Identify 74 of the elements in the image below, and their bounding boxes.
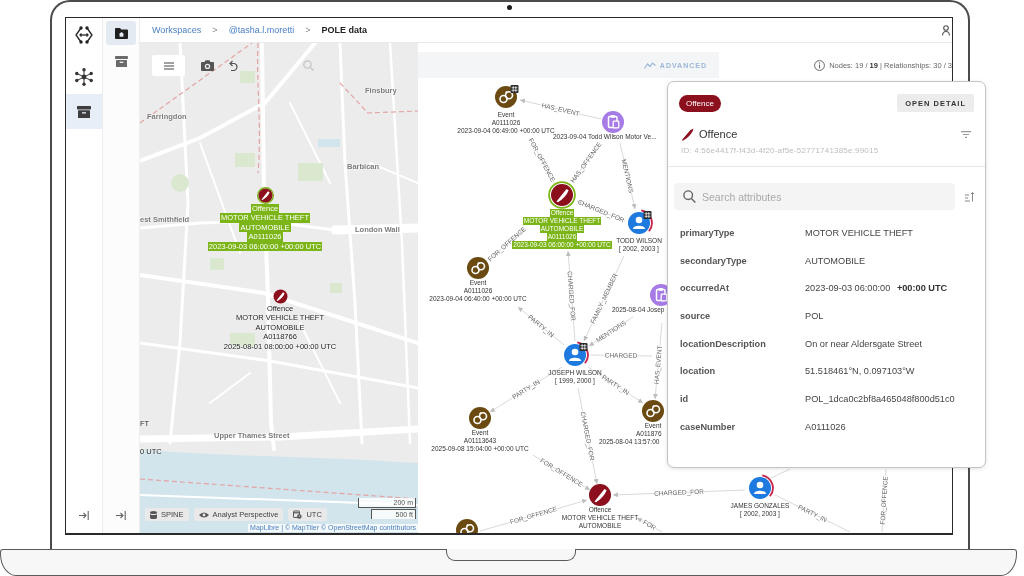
- handcuffs-node-icon[interactable]: [467, 257, 489, 279]
- grid-badge-icon: [643, 211, 652, 219]
- attribute-name: primaryType: [680, 227, 736, 238]
- folder-home-icon: [114, 27, 128, 39]
- attribute-name: locationDescription: [680, 338, 767, 349]
- search-icon: [683, 190, 696, 203]
- nav-button[interactable]: [66, 94, 102, 129]
- clipboard-node-icon[interactable]: [602, 111, 624, 133]
- search-icon: [302, 60, 314, 71]
- handcuffs-node-icon[interactable]: [492, 83, 520, 111]
- attribute-value: 51.518461°N, 0.097103°W: [805, 366, 915, 377]
- database-icon: [150, 510, 157, 519]
- person-node-icon[interactable]: [561, 341, 589, 369]
- attribute-name: source: [680, 310, 712, 321]
- attribute-name: secondaryType: [680, 255, 748, 266]
- attribute-value: 2023-09-03 06:00:00 +00:00 UTC: [805, 283, 948, 294]
- undo-icon: [227, 60, 239, 71]
- person-node-icon[interactable]: [625, 209, 653, 237]
- nav-button[interactable]: [75, 67, 93, 86]
- attribute-name: caseNumber: [680, 421, 737, 432]
- archive-icon: [114, 56, 128, 67]
- attribute-value: On or near Aldersgate Street: [805, 338, 922, 349]
- park-area: [240, 71, 255, 83]
- archive-icon: [77, 105, 91, 118]
- arrow-bar-icon[interactable]: [116, 511, 126, 520]
- breadcrumb-separator: >: [212, 25, 218, 35]
- node-title: Offence: [699, 128, 738, 140]
- park-area: [171, 174, 189, 192]
- account-icon[interactable]: [942, 24, 950, 36]
- handcuffs-node-icon[interactable]: [642, 400, 664, 422]
- line-chart-icon: [643, 61, 656, 69]
- breadcrumb-separator: >: [305, 25, 311, 35]
- attribute-value: A0111026: [805, 421, 846, 432]
- attribute-value: AUTOMOBILE: [805, 255, 866, 266]
- search-field[interactable]: Search attributes: [674, 183, 955, 210]
- attribute-name: location: [680, 366, 717, 377]
- sort-icon[interactable]: [965, 191, 975, 202]
- map-tool-button[interactable]: [227, 60, 239, 71]
- type-chip: Offence: [679, 94, 721, 112]
- info-icon[interactable]: [814, 59, 826, 71]
- breadcrumb-current: POLE data: [321, 25, 368, 35]
- park-area: [298, 163, 323, 181]
- nav-button[interactable]: [106, 21, 136, 45]
- graph-logo-icon[interactable]: [74, 25, 94, 45]
- breadcrumb-link[interactable]: Workspaces: [152, 25, 202, 35]
- webcam-icon: [507, 5, 512, 10]
- grid-badge-icon: [579, 343, 588, 351]
- attribute-name: id: [680, 393, 690, 404]
- person-node-icon[interactable]: [746, 474, 774, 502]
- attribute-value: MOTOR VEHICLE THEFT: [805, 227, 913, 238]
- knife-node-icon[interactable]: [548, 181, 576, 209]
- knife-icon: [681, 127, 694, 141]
- menu-icon: [163, 61, 174, 70]
- attribute-name: occurredAt: [680, 283, 730, 294]
- arrow-bar-icon[interactable]: [79, 511, 89, 520]
- attribute-value: POL: [805, 310, 824, 321]
- knife-marker-icon[interactable]: [272, 289, 288, 304]
- park-area: [235, 153, 255, 167]
- knife-node-icon[interactable]: [589, 484, 611, 506]
- breadcrumb-link[interactable]: @tasha.l.moretti: [228, 25, 295, 35]
- attribute-value: POL_1dca0c2bf8a465048f800d51c0: [805, 393, 955, 404]
- knife-marker-icon[interactable]: [256, 187, 274, 204]
- handcuffs-node-icon[interactable]: [469, 407, 491, 429]
- network-icon: [75, 67, 93, 86]
- calendar-clock-icon: [293, 510, 303, 519]
- pond: [318, 139, 340, 147]
- filter-icon[interactable]: [961, 130, 971, 138]
- park-area: [330, 283, 342, 293]
- eye-icon: [198, 511, 209, 518]
- camera-icon: [200, 60, 214, 71]
- handcuffs-node-icon[interactable]: [456, 519, 478, 533]
- map-tool-button[interactable]: [200, 60, 214, 71]
- grid-badge-icon: [510, 85, 519, 93]
- park-area: [210, 258, 224, 270]
